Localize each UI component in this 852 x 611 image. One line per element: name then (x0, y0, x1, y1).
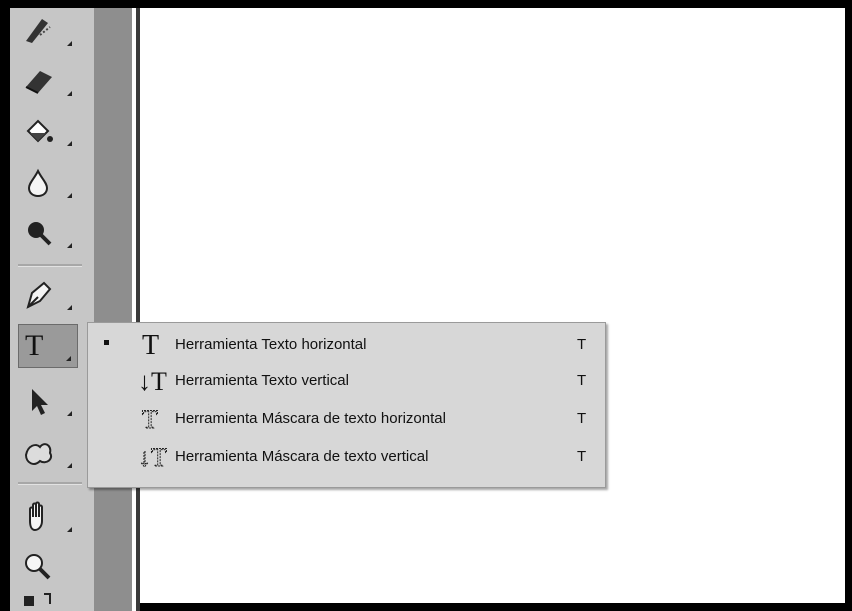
menu-item-horizontal-type-mask[interactable]: T Herramienta Máscara de texto horizonta… (96, 403, 596, 435)
pen-tool[interactable] (18, 272, 78, 316)
pen-icon (18, 277, 58, 311)
history-brush-tool[interactable] (18, 8, 78, 52)
selected-bullet-icon (104, 340, 109, 345)
blur-icon (18, 165, 58, 199)
menu-item-label: Herramienta Máscara de texto horizontal (175, 410, 446, 427)
custom-shape-icon (18, 435, 58, 469)
paint-bucket-tool[interactable] (18, 108, 78, 152)
menu-item-shortcut: T (577, 336, 587, 353)
vertical-type-icon: ↓T (136, 366, 176, 396)
vertical-type-mask-icon: ↓T (136, 442, 176, 473)
app-window: T T Herramienta Texto horizontal T ↓T He… (0, 0, 852, 611)
path-selection-icon (18, 383, 58, 417)
paint-bucket-icon (18, 113, 58, 147)
tool-divider (18, 264, 82, 267)
svg-text:↓T: ↓T (138, 443, 167, 470)
hand-tool[interactable] (18, 494, 78, 538)
dodge-icon (18, 215, 58, 249)
menu-item-label: Herramienta Texto vertical (175, 372, 349, 389)
zoom-tool[interactable] (18, 544, 78, 588)
eraser-tool[interactable] (18, 58, 78, 102)
type-tools-flyout-menu: T Herramienta Texto horizontal T ↓T Herr… (87, 322, 606, 488)
svg-text:T: T (142, 330, 159, 358)
default-colors-icon (18, 590, 58, 611)
dodge-tool[interactable] (18, 210, 78, 254)
eraser-icon (18, 63, 58, 97)
type-tool-icon: T (25, 329, 44, 362)
menu-item-label: Herramienta Máscara de texto vertical (175, 448, 429, 465)
zoom-icon (18, 549, 58, 583)
menu-item-label: Herramienta Texto horizontal (175, 336, 367, 353)
document-canvas[interactable] (140, 8, 845, 603)
tool-divider (18, 482, 82, 485)
menu-item-shortcut: T (577, 410, 587, 427)
hand-icon (18, 499, 58, 533)
svg-text:T: T (142, 405, 158, 432)
svg-text:↓T: ↓T (138, 367, 167, 394)
path-selection-tool[interactable] (18, 378, 78, 422)
menu-item-horizontal-type[interactable]: T Herramienta Texto horizontal T (96, 329, 596, 361)
custom-shape-tool[interactable] (18, 430, 78, 474)
menu-item-vertical-type-mask[interactable]: ↓T Herramienta Máscara de texto vertical… (96, 441, 596, 473)
type-tool[interactable]: T (18, 324, 78, 368)
color-swatch-tool[interactable] (18, 590, 78, 611)
history-brush-icon (18, 13, 58, 47)
menu-item-shortcut: T (577, 448, 587, 465)
horizontal-type-icon: T (136, 330, 176, 361)
blur-tool[interactable] (18, 160, 78, 204)
horizontal-type-mask-icon: T (136, 404, 176, 435)
panel-strip (94, 8, 132, 611)
menu-item-vertical-type[interactable]: ↓T Herramienta Texto vertical T (96, 365, 596, 396)
menu-item-shortcut: T (577, 372, 587, 389)
